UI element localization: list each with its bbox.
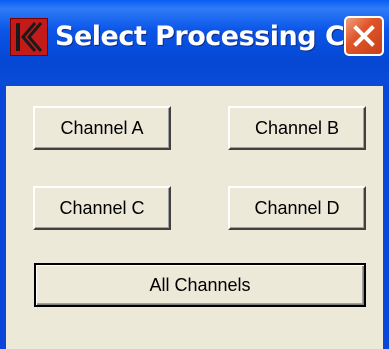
channel-b-button[interactable]: Channel B	[228, 106, 366, 150]
title-bar[interactable]: Select Processing Ch	[0, 0, 389, 86]
dialog-window: Select Processing Ch Channel A Channel B…	[0, 0, 389, 349]
all-channels-button[interactable]: All Channels	[34, 263, 366, 307]
window-title: Select Processing Ch	[55, 21, 364, 52]
channel-a-button[interactable]: Channel A	[33, 106, 171, 150]
close-icon	[353, 25, 375, 47]
close-button[interactable]	[344, 16, 384, 56]
app-logo-icon	[10, 18, 48, 56]
channel-d-button[interactable]: Channel D	[228, 186, 366, 230]
dialog-client-area: Channel A Channel B Channel C Channel D …	[6, 86, 383, 349]
channel-c-button[interactable]: Channel C	[33, 186, 171, 230]
